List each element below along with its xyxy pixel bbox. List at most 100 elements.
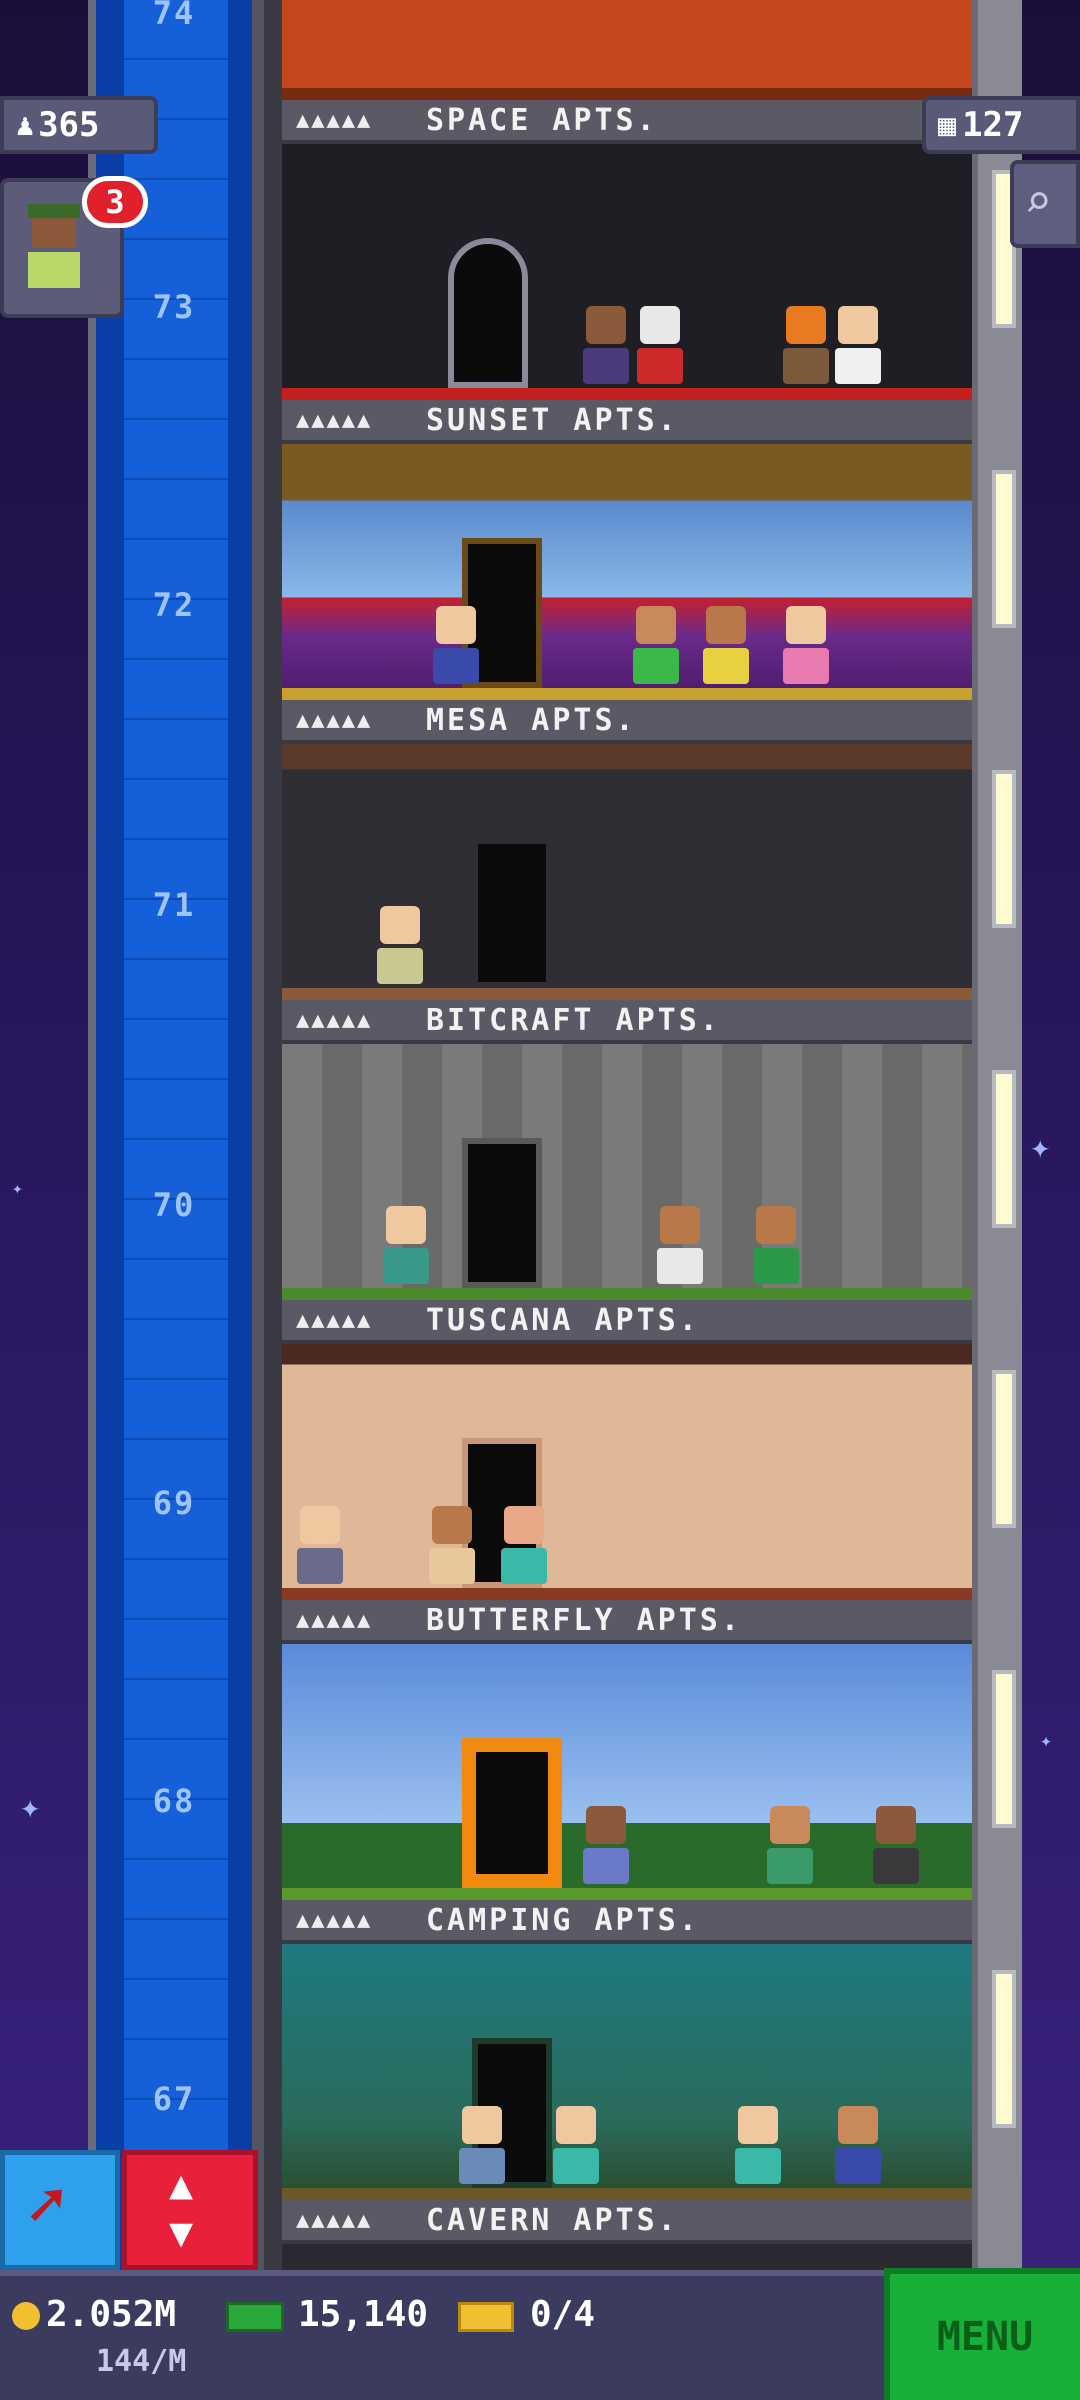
star-rating: ▲▲▲▲▲: [296, 707, 373, 733]
floors-count-value: 127: [962, 105, 1024, 145]
person-icon: ♟: [16, 107, 35, 143]
bux-value: 15,140: [298, 2294, 429, 2335]
floor-butterfly-apts[interactable]: ▲▲▲▲▲ BUTTERFLY APTS.: [282, 1600, 972, 1900]
bux-icon: [226, 2302, 284, 2332]
population-counter[interactable]: ♟ 365: [0, 96, 158, 154]
up-down-arrows-icon: ▲ ▼: [169, 2162, 194, 2256]
resident: [734, 2106, 782, 2188]
resident: [582, 1806, 630, 1888]
notification-badge: 3: [82, 176, 148, 228]
room-scene: [282, 1944, 972, 2200]
resident: [376, 906, 424, 988]
resident: [834, 2106, 882, 2188]
sparkle-icon: ✦: [12, 1178, 23, 1199]
floor-sign: ▲▲▲▲▲ CAVERN APTS.: [282, 2200, 972, 2244]
door: [448, 238, 528, 388]
floor-number: 72: [152, 586, 196, 624]
tickets-value: 0/4: [530, 2294, 596, 2335]
floor-sign: ▲▲▲▲▲ BUTTERFLY APTS.: [282, 1600, 972, 1644]
room-scene: [282, 1344, 972, 1600]
tower-pillar: [972, 0, 1022, 2270]
sparkle-icon: ✦: [20, 1787, 41, 1827]
elevator-lane: [124, 0, 228, 2270]
floor-sign: ▲▲▲▲▲ BITCRAFT APTS.: [282, 1000, 972, 1044]
menu-button[interactable]: MENU: [884, 2268, 1080, 2400]
floor-number: 70: [152, 1186, 196, 1224]
star-rating: ▲▲▲▲▲: [296, 1007, 373, 1033]
floor-bitcraft-apts[interactable]: ▲▲▲▲▲ BITCRAFT APTS.: [282, 1000, 972, 1300]
room-scene: [282, 2244, 972, 2270]
star-rating: ▲▲▲▲▲: [296, 1307, 373, 1333]
room-scene: [282, 1644, 972, 1900]
floor-name: CAMPING APTS.: [426, 1902, 700, 1938]
vip-avatar: [24, 204, 84, 294]
resident: [432, 606, 480, 688]
elevator-shaft[interactable]: 74 73 72 71 70 69 68 67: [88, 0, 264, 2270]
door: [462, 1738, 562, 1888]
room-scene: [282, 1044, 972, 1300]
coin-rate: 144/M: [96, 2344, 187, 2379]
floor-name: CAVERN APTS.: [426, 2202, 679, 2238]
star-rating: ▲▲▲▲▲: [296, 2207, 373, 2233]
search-button[interactable]: ⌕: [1010, 160, 1080, 248]
floor-sunset-apts[interactable]: ▲▲▲▲▲ SUNSET APTS.: [282, 400, 972, 700]
population-value: 365: [38, 105, 100, 145]
room-scene: [282, 444, 972, 700]
search-icon: ⌕: [1024, 174, 1052, 228]
floor-tuscana-apts[interactable]: ▲▲▲▲▲ TUSCANA APTS.: [282, 1300, 972, 1600]
floor-mesa-apts[interactable]: ▲▲▲▲▲ MESA APTS.: [282, 700, 972, 1000]
resident: [782, 306, 830, 388]
resident: [296, 1506, 344, 1588]
resident: [834, 306, 882, 388]
coins-value: 2.052M: [46, 2294, 177, 2335]
resident: [552, 2106, 600, 2188]
floor-name: TUSCANA APTS.: [426, 1302, 700, 1338]
resident: [632, 606, 680, 688]
coin-icon: [12, 2302, 40, 2330]
sparkle-icon: ✦: [1040, 1728, 1053, 1752]
ticket-icon: [458, 2302, 514, 2332]
floor-cavern-apts[interactable]: ▲▲▲▲▲ CAVERN APTS.: [282, 2200, 972, 2270]
resident: [656, 1206, 704, 1288]
floor-sign: ▲▲▲▲▲ SUNSET APTS.: [282, 400, 972, 444]
floor-number: 68: [152, 1782, 196, 1820]
tower: ▲▲▲▲▲ SPACE APTS. ▲▲▲▲▲ SUNSET APTS. ▲▲▲…: [282, 0, 972, 2270]
floor-number: 69: [152, 1484, 196, 1522]
floor-number: 67: [152, 2080, 196, 2118]
floor-name: MESA APTS.: [426, 702, 637, 738]
floor-name: BITCRAFT APTS.: [426, 1002, 721, 1038]
arrow-up-right-icon: ➚: [27, 2169, 66, 2243]
elevator-button[interactable]: ▲ ▼: [122, 2150, 258, 2270]
floor-name: SUNSET APTS.: [426, 402, 679, 438]
door: [472, 838, 552, 988]
floor-name: SPACE APTS.: [426, 102, 658, 138]
floor-space-apts[interactable]: ▲▲▲▲▲ SPACE APTS.: [282, 100, 972, 400]
resident: [702, 606, 750, 688]
resident: [500, 1506, 548, 1588]
floors-counter[interactable]: ▦ 127: [922, 96, 1080, 154]
resident: [752, 1206, 800, 1288]
floor-number: 71: [152, 886, 196, 924]
door: [462, 1138, 542, 1288]
floor-name: BUTTERFLY APTS.: [426, 1602, 742, 1638]
floor-sign: ▲▲▲▲▲ MESA APTS.: [282, 700, 972, 744]
resident: [458, 2106, 506, 2188]
floor-camping-apts[interactable]: ▲▲▲▲▲ CAMPING APTS.: [282, 1900, 972, 2200]
build-button[interactable]: ➚: [0, 2150, 120, 2270]
star-rating: ▲▲▲▲▲: [296, 107, 373, 133]
shaft-rail: [264, 0, 282, 2270]
room-scene: [282, 0, 972, 100]
resident: [428, 1506, 476, 1588]
resident: [766, 1806, 814, 1888]
floor-sign: ▲▲▲▲▲ TUSCANA APTS.: [282, 1300, 972, 1344]
floor-sign: ▲▲▲▲▲ CAMPING APTS.: [282, 1900, 972, 1944]
room-scene: [282, 744, 972, 1000]
floor-sign: ▲▲▲▲▲ SPACE APTS.: [282, 100, 972, 144]
floor-number: 74: [152, 0, 196, 32]
star-rating: ▲▲▲▲▲: [296, 1907, 373, 1933]
floor-74[interactable]: [282, 0, 972, 100]
resident: [636, 306, 684, 388]
building-icon: ▦: [938, 107, 957, 143]
resident: [582, 306, 630, 388]
resident: [782, 606, 830, 688]
